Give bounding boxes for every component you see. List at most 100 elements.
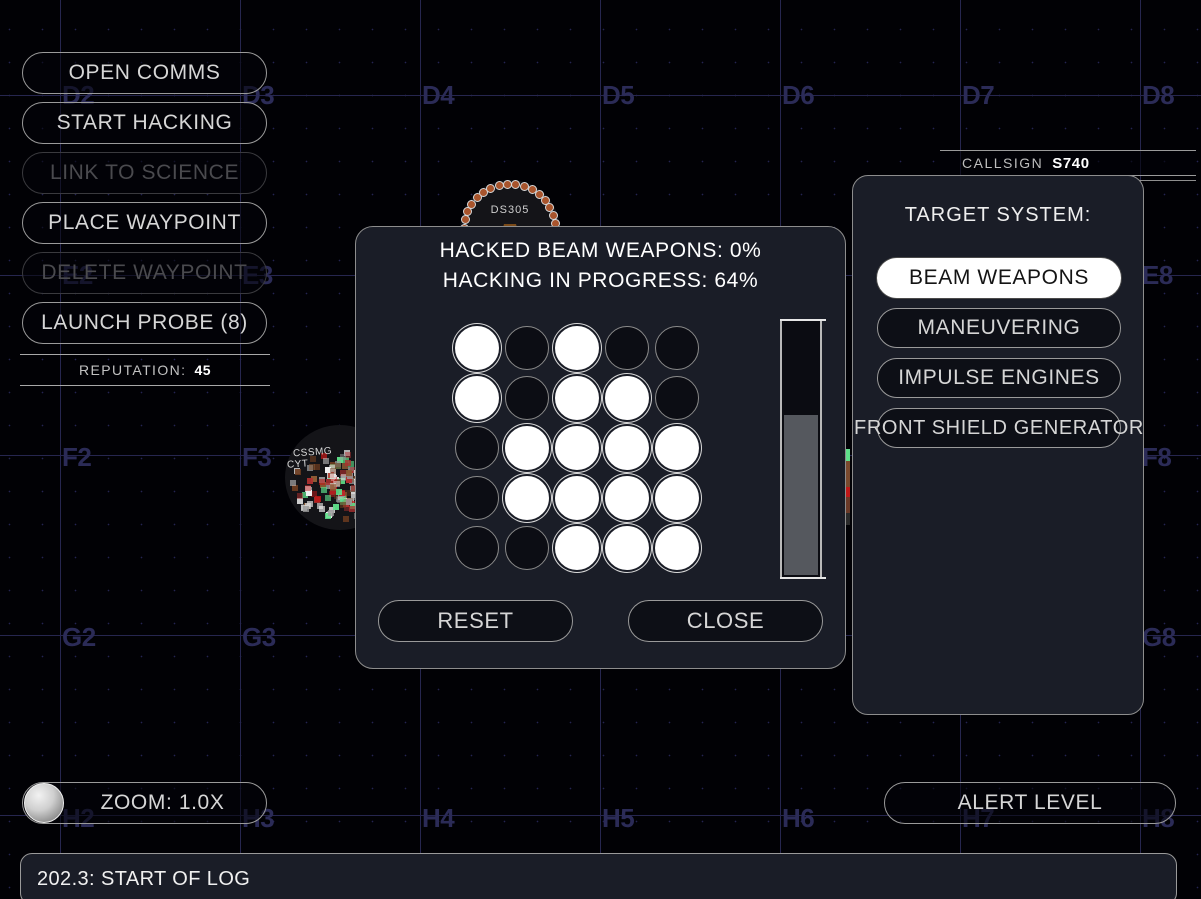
hack-node-circle-icon (455, 376, 499, 420)
close-button[interactable]: Close (628, 600, 823, 642)
debris-pixel (330, 464, 336, 470)
debris-pixel (330, 468, 336, 474)
debris-pixel (330, 488, 336, 494)
debris-pixel (307, 501, 313, 507)
alert-level-button[interactable]: Alert Level (884, 782, 1176, 824)
hack-node-r1-c5[interactable] (652, 323, 702, 373)
hack-node-r5-c5[interactable] (652, 523, 702, 573)
hack-node-r1-c1[interactable] (452, 323, 502, 373)
debris-pixel (335, 463, 341, 469)
left-button-place-waypoint[interactable]: Place Waypoint (22, 202, 267, 244)
debris-pixel (328, 472, 334, 478)
debris-pixel (333, 477, 339, 483)
debris-pixel (326, 479, 332, 485)
debris-pixel (328, 473, 334, 479)
hack-node-r5-c4[interactable] (602, 523, 652, 573)
hack-node-circle-icon (655, 476, 699, 520)
debris-pixel (335, 463, 341, 469)
left-button-launch-probe-8[interactable]: Launch Probe (8) (22, 302, 267, 344)
debris-pixel (334, 480, 340, 486)
sector-label-d5: D5 (602, 80, 635, 110)
reset-button[interactable]: Reset (378, 600, 573, 642)
debris-pixel (325, 495, 331, 501)
slider-knob-icon[interactable] (24, 783, 64, 823)
hack-node-r1-c3[interactable] (552, 323, 602, 373)
hack-node-r4-c1[interactable] (452, 473, 502, 523)
hack-node-r3-c1[interactable] (452, 423, 502, 473)
station-ring-dot (463, 207, 473, 217)
hack-node-circle-icon (605, 426, 649, 470)
target-system-option-maneuvering[interactable]: Maneuvering (877, 308, 1121, 348)
hack-node-r4-c4[interactable] (602, 473, 652, 523)
hack-node-r3-c3[interactable] (552, 423, 602, 473)
hack-node-r5-c3[interactable] (552, 523, 602, 573)
debris-pixel (347, 473, 353, 479)
zoom-level-label: Zoom: 1.0x (100, 791, 225, 814)
hack-node-circle-icon (505, 326, 549, 370)
debris-pixel (339, 491, 345, 497)
debris-pixel (340, 502, 346, 508)
left-button-label: Start Hacking (56, 111, 233, 134)
debris-pixel (303, 506, 309, 512)
hack-node-r1-c4[interactable] (602, 323, 652, 373)
hacking-progress-bar (780, 319, 826, 579)
debris-pixel (301, 504, 307, 510)
hack-node-r2-c1[interactable] (452, 373, 502, 423)
hack-node-r4-c3[interactable] (552, 473, 602, 523)
debris-pixel (347, 471, 353, 477)
debris-pixel (340, 475, 346, 481)
hack-node-r4-c5[interactable] (652, 473, 702, 523)
left-button-label: Place Waypoint (48, 211, 241, 234)
left-button-link-to-science: Link To Science (22, 152, 267, 194)
debris-pixel (348, 467, 354, 473)
debris-pixel (344, 498, 350, 504)
station-ring-dot (511, 179, 521, 189)
hack-node-circle-icon (455, 526, 499, 570)
log-bar[interactable]: 202.3: Start of Log (20, 853, 1177, 899)
target-system-option-front-shield-generator[interactable]: Front Shield Generator (854, 408, 1143, 448)
hack-node-r2-c5[interactable] (652, 373, 702, 423)
hack-node-r3-c4[interactable] (602, 423, 652, 473)
reputation-row: Reputation: 45 (20, 354, 270, 386)
target-system-option-label: Front Shield Generator (854, 416, 1144, 439)
callsign-label: Callsign (962, 155, 1044, 171)
debris-pixel (342, 463, 348, 469)
left-button-open-comms[interactable]: Open Comms (22, 52, 267, 94)
hack-node-r1-c2[interactable] (502, 323, 552, 373)
left-button-start-hacking[interactable]: Start Hacking (22, 102, 267, 144)
debris-pixel (343, 501, 349, 507)
sector-label-d8: D8 (1142, 80, 1175, 110)
debris-pixel (344, 499, 350, 505)
station-ring-dot (494, 180, 504, 190)
sector-label-d6: D6 (782, 80, 815, 110)
hack-node-r2-c2[interactable] (502, 373, 552, 423)
debris-pixel (330, 480, 336, 486)
hack-node-r4-c2[interactable] (502, 473, 552, 523)
debris-pixel (337, 457, 343, 463)
target-system-option-impulse-engines[interactable]: Impulse Engines (877, 358, 1121, 398)
target-system-option-beam-weapons[interactable]: Beam Weapons (877, 258, 1121, 298)
debris-pixel (317, 503, 323, 509)
debris-pixel (306, 487, 312, 493)
hack-node-r5-c1[interactable] (452, 523, 502, 573)
hack-node-r2-c4[interactable] (602, 373, 652, 423)
progress-bar-cap-top (780, 319, 826, 321)
sector-label-h5: H5 (602, 803, 635, 833)
hack-node-r2-c3[interactable] (552, 373, 602, 423)
hack-node-circle-icon (605, 326, 649, 370)
debris-pixel (330, 473, 336, 479)
sector-label-f3: F3 (242, 442, 272, 472)
hack-node-r5-c2[interactable] (502, 523, 552, 573)
debris-pixel (344, 505, 350, 511)
hack-node-r3-c2[interactable] (502, 423, 552, 473)
sector-label-d7: D7 (962, 80, 995, 110)
debris-pixel (335, 461, 341, 467)
debris-pixel (325, 513, 331, 519)
station-ring-dot (479, 187, 489, 197)
debris-pixel (339, 490, 345, 496)
debris-pixel (346, 477, 352, 483)
hack-node-r3-c5[interactable] (652, 423, 702, 473)
station-name-label: DS305 (490, 204, 530, 216)
debris-pixel (301, 505, 307, 511)
log-entry-text: 202.3: Start of Log (37, 867, 251, 890)
